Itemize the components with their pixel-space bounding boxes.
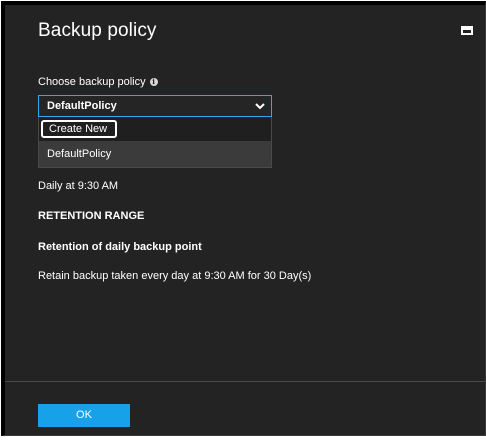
policy-field-label: Choose backup policy i bbox=[38, 76, 158, 88]
dropdown-option-default-policy[interactable]: DefaultPolicy bbox=[39, 141, 271, 167]
backup-schedule-text: Daily at 9:30 AM bbox=[38, 180, 119, 192]
policy-select-value: DefaultPolicy bbox=[47, 100, 117, 112]
policy-select[interactable]: DefaultPolicy bbox=[38, 95, 272, 117]
default-policy-label: DefaultPolicy bbox=[47, 148, 112, 160]
daily-retention-heading: Retention of daily backup point bbox=[38, 241, 202, 253]
retention-range-heading: RETENTION RANGE bbox=[38, 210, 145, 222]
daily-retention-text: Retain backup taken every day at 9:30 AM… bbox=[38, 270, 312, 282]
ok-button[interactable]: OK bbox=[38, 404, 130, 427]
create-new-label: Create New bbox=[49, 123, 108, 135]
policy-dropdown-list: Create New DefaultPolicy bbox=[38, 117, 272, 168]
blade-title: Backup policy bbox=[38, 20, 157, 41]
dropdown-option-create-new[interactable]: Create New bbox=[39, 117, 271, 141]
chevron-down-icon[interactable] bbox=[255, 96, 265, 116]
footer-divider bbox=[5, 381, 485, 382]
backup-policy-blade: Backup policy Choose backup policy i Def… bbox=[1, 1, 486, 436]
info-icon[interactable]: i bbox=[149, 78, 158, 86]
policy-label-text: Choose backup policy bbox=[38, 76, 146, 88]
maximize-icon[interactable] bbox=[461, 26, 473, 35]
